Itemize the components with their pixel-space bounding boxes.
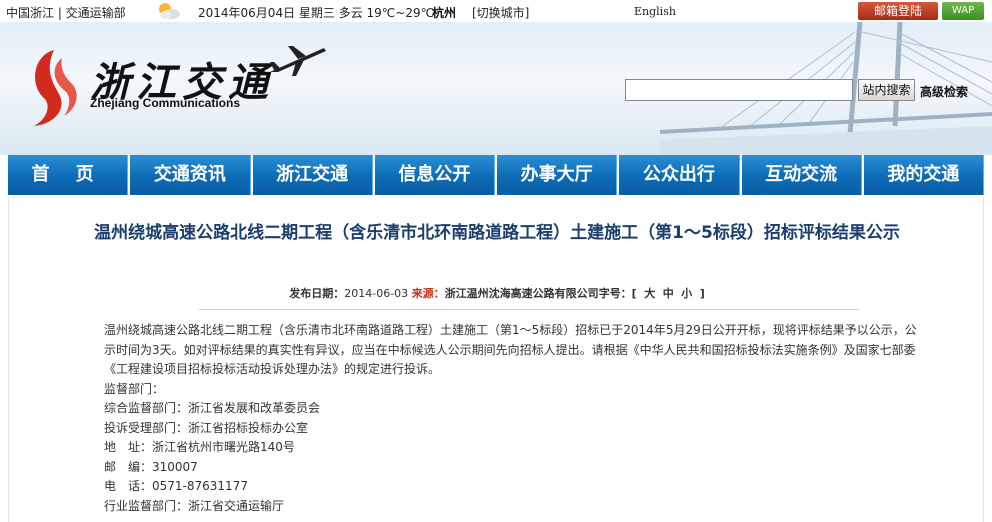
mail-login-button[interactable]: 邮箱登陆 bbox=[858, 2, 938, 20]
date-label: 发布日期： bbox=[289, 287, 345, 300]
portal-links[interactable]: 中国浙江 | 交通运输部 bbox=[6, 4, 126, 21]
logo-mark-icon bbox=[34, 50, 77, 126]
article-container: 温州绕城高速公路北线二期工程（含乐清市北环南路道路工程）土建施工（第1～5标段）… bbox=[8, 197, 984, 522]
font-size-label: 字号：[ bbox=[598, 287, 637, 300]
top-utility-bar: 中国浙江 | 交通运输部 2014年06月04日 星期三 多云 19℃~29℃ … bbox=[0, 0, 992, 22]
nav-item-my-traffic[interactable]: 我的交通 bbox=[863, 155, 984, 195]
nav-item-service-hall[interactable]: 办事大厅 bbox=[497, 155, 618, 195]
airplane-icon bbox=[270, 46, 326, 76]
body-line: 电 话：0571-87631177 bbox=[104, 479, 248, 493]
site-search-input[interactable] bbox=[625, 79, 853, 101]
article-body: 温州绕城高速公路北线二期工程（含乐清市北环南路道路工程）土建施工（第1～5标段）… bbox=[104, 321, 926, 516]
publish-date: 2014-06-03 bbox=[344, 287, 409, 300]
article-paragraph: 温州绕城高速公路北线二期工程（含乐清市北环南路道路工程）土建施工（第1～5标段）… bbox=[104, 323, 917, 376]
font-size-bracket-end: ] bbox=[699, 287, 705, 300]
source-name: 浙江温州沈海高速公路有限公司 bbox=[444, 287, 599, 300]
wap-button[interactable]: WAP bbox=[942, 2, 984, 20]
font-size-large[interactable]: 大 bbox=[644, 287, 655, 300]
header-banner: 浙江交通 Zhejiang Communications 站内搜索 高级检索 bbox=[0, 22, 992, 155]
body-line: 邮 编：310007 bbox=[104, 459, 198, 474]
body-line: 监督部门： bbox=[104, 381, 165, 396]
font-size-small[interactable]: 小 bbox=[681, 287, 692, 300]
partly-cloudy-icon bbox=[159, 3, 180, 19]
english-link[interactable]: English bbox=[634, 5, 676, 18]
current-city: 杭州 bbox=[432, 6, 457, 20]
divider bbox=[199, 309, 859, 310]
nav-item-public-travel[interactable]: 公众出行 bbox=[619, 155, 740, 195]
font-size-medium[interactable]: 中 bbox=[663, 287, 674, 300]
body-line: 投诉受理部门：浙江省招标投标办公室 bbox=[104, 420, 309, 435]
body-line: 综合监督部门：浙江省发展和改革委员会 bbox=[104, 401, 321, 415]
main-nav: 首 页 交通资讯 浙江交通 信息公开 办事大厅 公众出行 互动交流 我的交通 bbox=[8, 155, 984, 195]
logo-subtitle: Zhejiang Communications bbox=[90, 96, 241, 110]
body-line: 地 址：浙江省杭州市曙光路140号 bbox=[104, 440, 295, 454]
article-meta: 发布日期：2014-06-03 来源：浙江温州沈海高速公路有限公司字号：[ 大 … bbox=[9, 285, 985, 301]
article-title: 温州绕城高速公路北线二期工程（含乐清市北环南路道路工程）土建施工（第1～5标段）… bbox=[94, 223, 900, 243]
site-search-button[interactable]: 站内搜索 bbox=[858, 79, 915, 101]
nav-item-home[interactable]: 首 页 bbox=[8, 155, 129, 195]
nav-item-interaction[interactable]: 互动交流 bbox=[741, 155, 862, 195]
body-line: 行业监督部门：浙江省交通运输厅 bbox=[104, 498, 285, 513]
switch-city-link[interactable]: [切换城市] bbox=[472, 4, 529, 21]
advanced-search-link[interactable]: 高级检索 bbox=[920, 83, 968, 100]
nav-item-info-disclosure[interactable]: 信息公开 bbox=[374, 155, 495, 195]
nav-item-zhejiang-traffic[interactable]: 浙江交通 bbox=[252, 155, 373, 195]
nav-item-traffic-news[interactable]: 交通资讯 bbox=[130, 155, 251, 195]
date-weather: 2014年06月04日 星期三 多云 19℃~29℃ bbox=[198, 6, 435, 20]
source-label: 来源： bbox=[411, 287, 445, 300]
